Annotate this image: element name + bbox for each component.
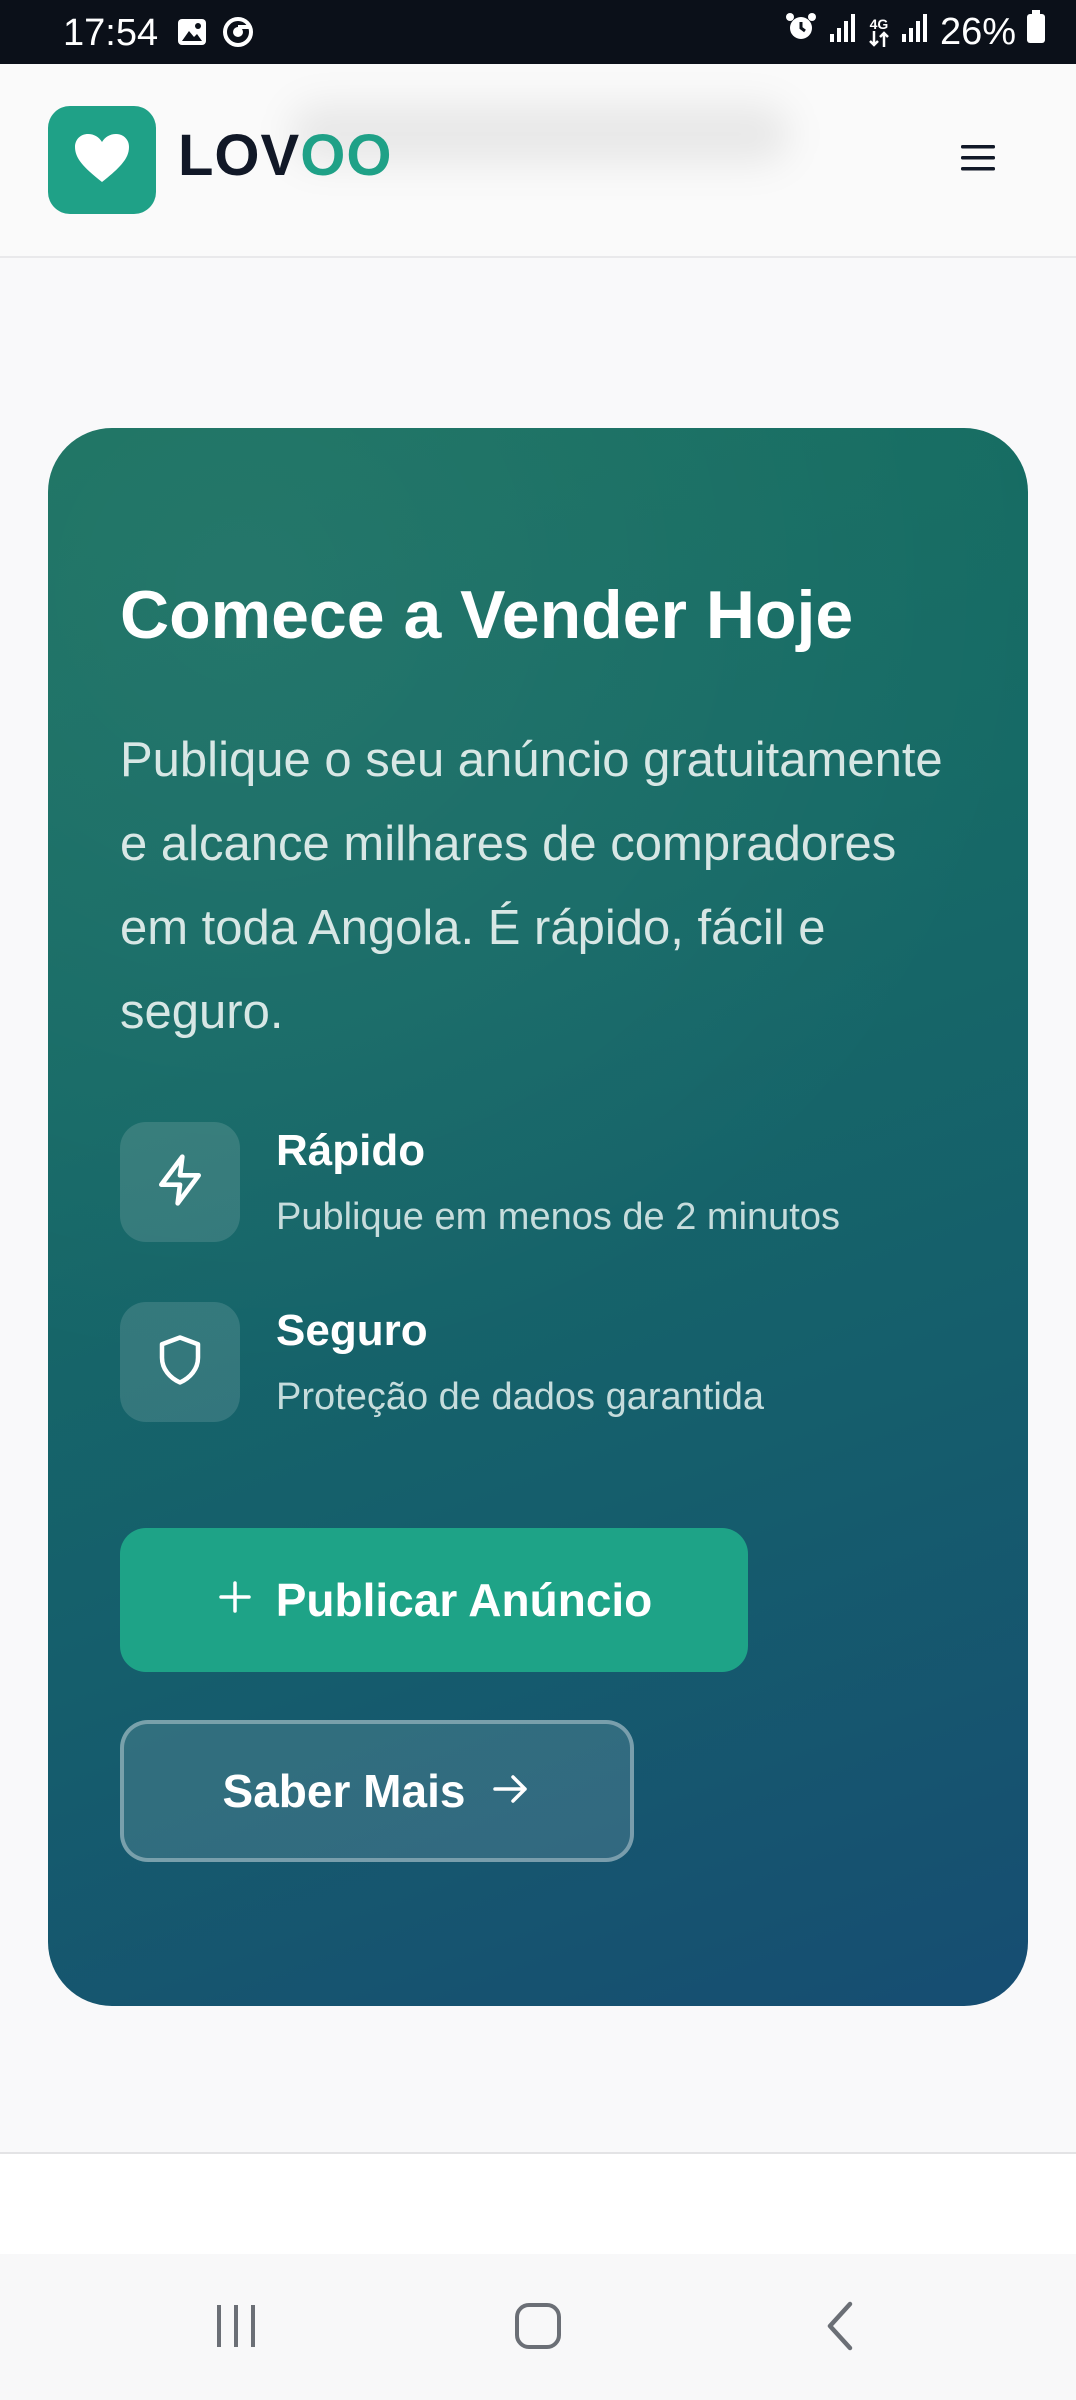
learn-more-label: Saber Mais [222, 1765, 466, 1817]
sell-promo-card: Comece a Vender Hoje Publique o seu anún… [48, 428, 1028, 2006]
arrow-right-icon [491, 1764, 531, 1818]
feature-title: Seguro [276, 1306, 428, 1355]
plus-icon [216, 1573, 254, 1627]
publish-ad-label: Publicar Anúncio [275, 1574, 653, 1626]
battery-percentage: 26% [939, 10, 1016, 53]
shield-icon [153, 1333, 207, 1392]
hamburger-menu-button[interactable] [958, 140, 998, 180]
feature-title: Rápido [276, 1126, 426, 1175]
back-icon [820, 2300, 860, 2357]
gallery-icon [176, 16, 208, 53]
4g-data-icon: 4G [868, 17, 890, 47]
feature-subtitle: Proteção de dados garantida [276, 1376, 765, 1418]
publish-ad-button[interactable]: Publicar Anúncio [120, 1528, 748, 1672]
status-time: 17:54 [63, 12, 159, 54]
status-bar: 17:54 4G 26% [0, 0, 1076, 64]
system-navigation-bar [0, 2254, 1076, 2400]
recents-button[interactable] [206, 2298, 266, 2358]
feature-subtitle: Publique em menos de 2 minutos [276, 1196, 840, 1238]
home-button[interactable] [508, 2298, 568, 2358]
chrome-icon [222, 16, 254, 53]
logo-text-part2: OO [300, 123, 393, 188]
battery-icon [1026, 10, 1046, 54]
signal-icon [828, 11, 858, 54]
card-title: Comece a Vender Hoje [120, 577, 854, 653]
feature-fast: Rápido Publique em menos de 2 minutos [120, 1122, 980, 1242]
signal-icon [900, 11, 930, 54]
feature-secure: Seguro Proteção de dados garantida [120, 1302, 980, 1422]
logo-badge[interactable] [48, 106, 156, 214]
footer-area [0, 2154, 1076, 2254]
back-button[interactable] [810, 2298, 870, 2358]
learn-more-button[interactable]: Saber Mais [120, 1720, 634, 1862]
lightning-icon [152, 1152, 208, 1213]
feature-icon-box [120, 1122, 240, 1242]
alarm-icon [784, 10, 818, 54]
home-icon [513, 2301, 563, 2356]
hamburger-menu-icon [959, 142, 997, 179]
feature-icon-box [120, 1302, 240, 1422]
site-header: LOVOO [0, 64, 1076, 258]
heart-icon [73, 132, 131, 189]
card-description: Publique o seu anúncio gratuitamente e a… [120, 733, 943, 1039]
recents-icon [211, 2303, 261, 2354]
logo-wordmark[interactable]: LOVOO [178, 122, 392, 189]
logo-text-part1: LOV [178, 123, 301, 188]
